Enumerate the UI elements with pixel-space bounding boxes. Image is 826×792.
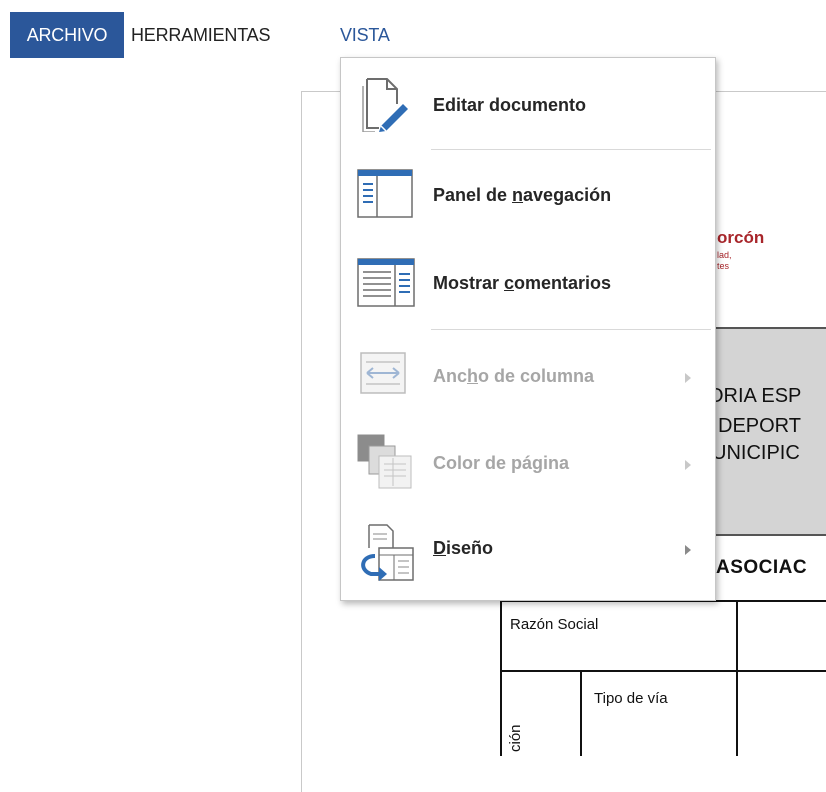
heading-line-1: ORIA ESP <box>708 385 802 407</box>
menu-item-diseno[interactable]: Diseño <box>341 510 715 590</box>
submenu-arrow-icon <box>685 373 691 383</box>
menu-item-mostrar-comentarios[interactable]: Mostrar comentarios <box>341 242 715 322</box>
page-color-icon <box>357 434 413 495</box>
tab-vista[interactable]: VISTA <box>340 12 390 58</box>
layout-icon <box>357 524 415 591</box>
document-logo-subtitle: lad, tes <box>717 250 732 272</box>
menu-item-color-pagina[interactable]: Color de página <box>341 424 715 504</box>
menu-item-label: Diseño <box>433 538 494 558</box>
tab-archivo[interactable]: ARCHIVO <box>10 12 124 58</box>
menu-item-panel-navegacion[interactable]: Panel de navegación <box>341 154 715 234</box>
menu-separator <box>431 329 711 330</box>
table-row-divider <box>500 670 826 672</box>
menu-item-label: Editar documento <box>433 95 587 115</box>
edit-document-icon <box>357 76 409 137</box>
document-logo-name: orcón <box>717 228 765 247</box>
menu-bar: ARCHIVO HERRAMIENTAS VISTA <box>0 12 826 58</box>
menu-separator <box>431 149 711 150</box>
column-width-icon <box>357 352 413 401</box>
vista-dropdown-menu: Editar documento Panel de navegación Mos… <box>340 57 716 601</box>
table-inner-divider <box>580 670 582 756</box>
menu-item-ancho-columna[interactable]: Ancho de columna <box>341 338 715 418</box>
submenu-arrow-icon <box>685 545 691 555</box>
document-section-title: ASOCIAC <box>716 557 808 578</box>
heading-line-2: DEPORT <box>718 415 801 437</box>
navigation-pane-icon <box>357 169 413 224</box>
table-border-left <box>500 600 502 756</box>
menu-item-label: Ancho de columna <box>433 366 595 386</box>
menu-item-editar-documento[interactable]: Editar documento <box>341 64 715 148</box>
table-cell-razon-social: Razón Social <box>510 616 599 633</box>
menu-item-label: Mostrar comentarios <box>433 273 612 293</box>
table-cell-tipo-via: Tipo de vía <box>594 690 668 707</box>
logo-subtitle-line-1: lad, <box>717 250 732 260</box>
menu-item-label: Panel de navegación <box>433 185 612 205</box>
table-cell-vertical-label: ción <box>507 724 524 752</box>
tab-herramientas[interactable]: HERRAMIENTAS <box>131 12 270 58</box>
show-comments-icon <box>357 258 415 313</box>
submenu-arrow-icon <box>685 460 691 470</box>
menu-item-label: Color de página <box>433 453 570 473</box>
logo-subtitle-line-2: tes <box>717 261 730 271</box>
table-column-divider <box>736 600 738 756</box>
document-heading-block: ORIA ESP DEPORT UNICIPIC <box>708 327 826 536</box>
heading-line-3: UNICIPIC <box>712 442 800 464</box>
